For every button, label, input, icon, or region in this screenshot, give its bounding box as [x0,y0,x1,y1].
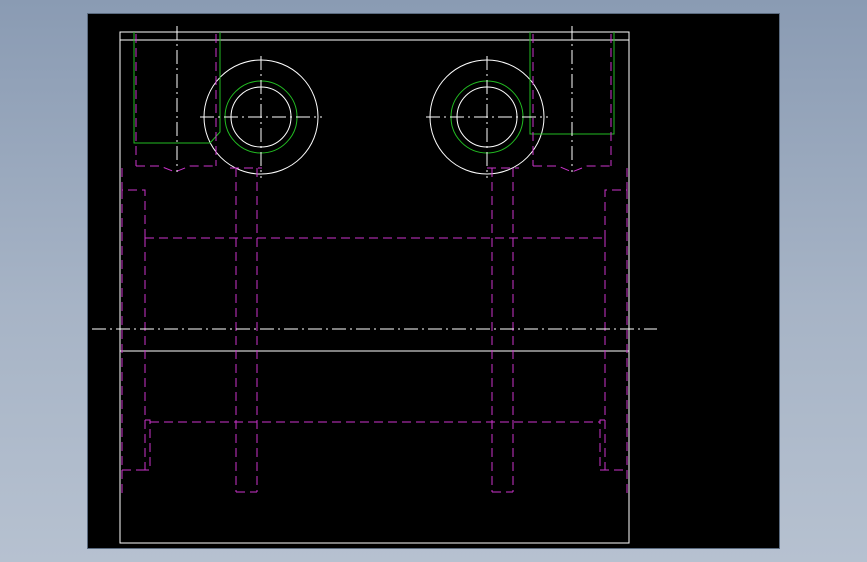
right-lower-notch [599,419,605,471]
outer-border [119,31,630,544]
thread-detail [133,32,615,154]
left-tap-bottom [136,165,216,173]
center-lines [92,26,657,330]
right-step-profile [604,168,628,238]
left-lower-notch [145,419,151,471]
cad-drawing [92,26,657,544]
part-outline [119,31,630,544]
hidden-lines [121,34,628,495]
left-step-profile [121,168,146,238]
